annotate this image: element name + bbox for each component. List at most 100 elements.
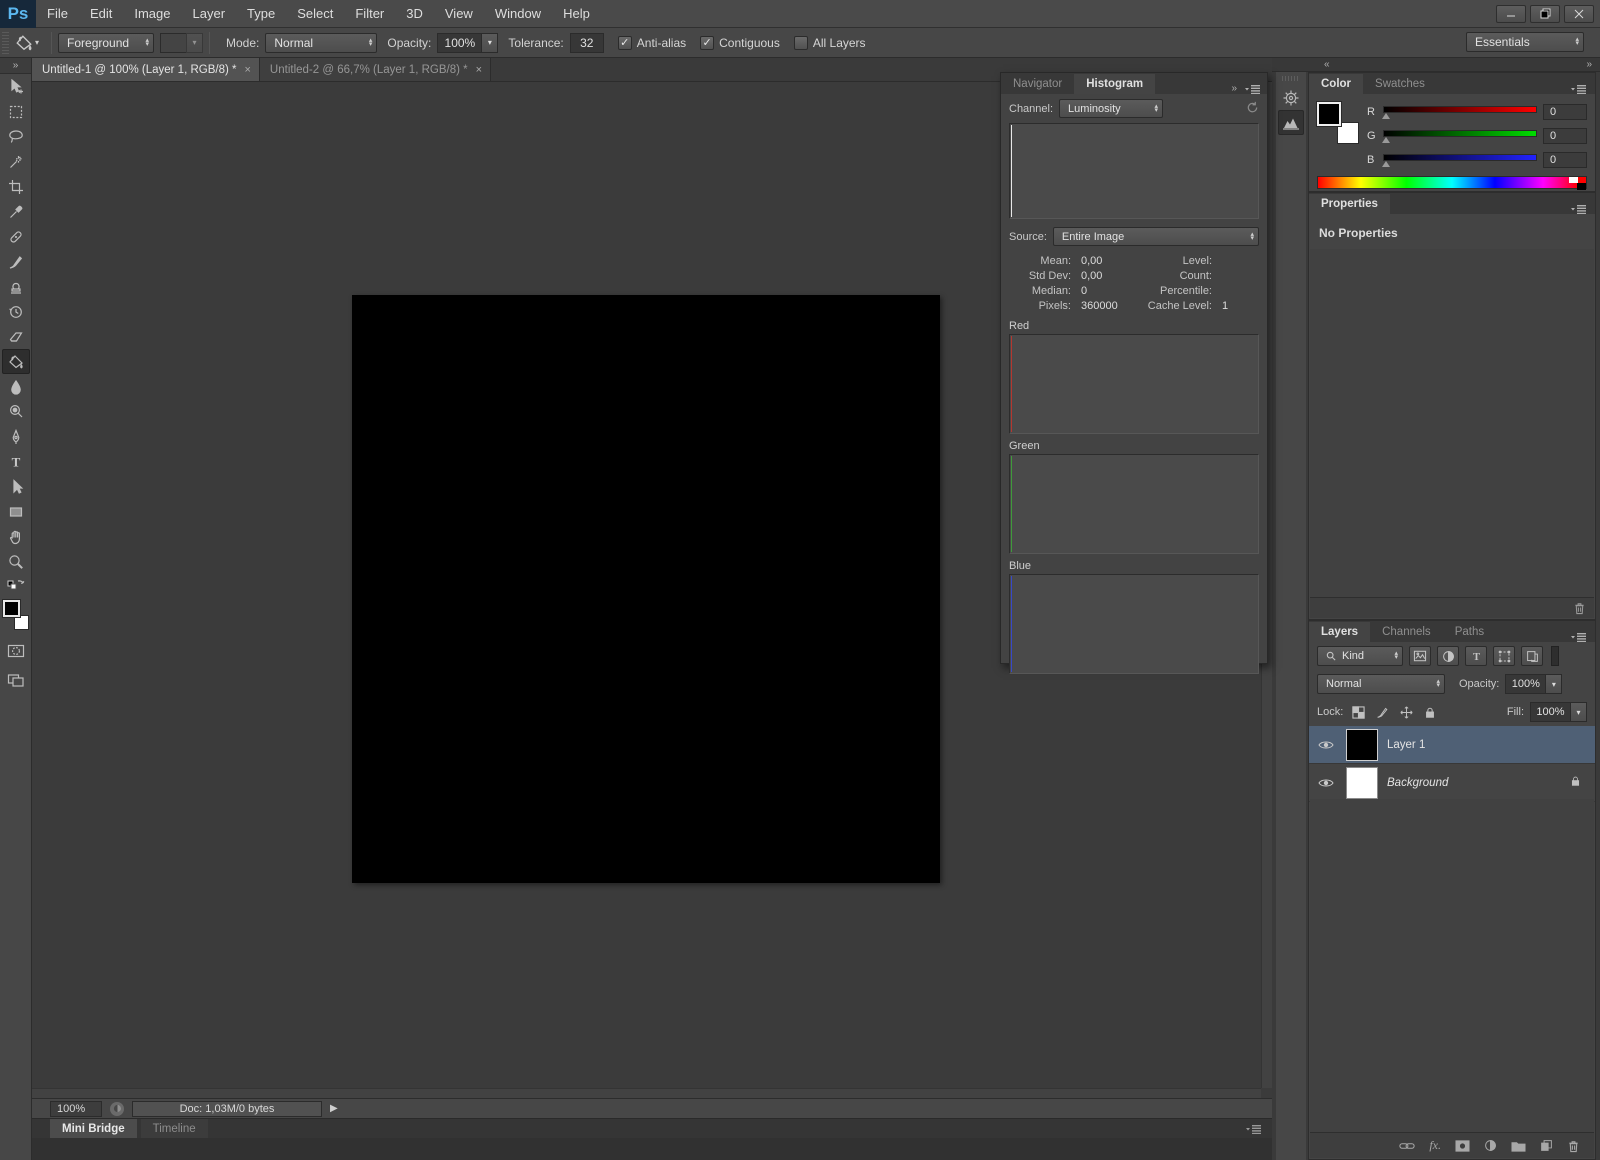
all-layers-checkbox[interactable]	[794, 36, 808, 50]
delete-icon[interactable]	[1573, 601, 1586, 615]
tab-navigator[interactable]: Navigator	[1001, 74, 1074, 94]
pen-tool[interactable]	[2, 424, 30, 449]
collapse-icon-strip-button[interactable]: «	[1324, 59, 1330, 70]
tab-properties[interactable]: Properties	[1309, 194, 1390, 214]
panel-menu-button[interactable]	[1571, 204, 1587, 214]
type-tool[interactable]: T	[2, 449, 30, 474]
delete-layer-button[interactable]	[1567, 1139, 1580, 1153]
contiguous-option[interactable]: ✓ Contiguous	[700, 36, 780, 50]
menu-3d[interactable]: 3D	[395, 0, 434, 28]
menu-select[interactable]: Select	[286, 0, 344, 28]
add-layer-mask-button[interactable]	[1455, 1140, 1470, 1152]
layer-filtering-toggle[interactable]	[1551, 646, 1559, 666]
default-swap-colors[interactable]	[2, 574, 30, 594]
fill-combo[interactable]: 100% ▾	[1530, 702, 1587, 722]
lock-position-button[interactable]	[1397, 704, 1415, 720]
screen-mode-button[interactable]	[2, 667, 30, 692]
layer-thumbnail[interactable]	[1346, 729, 1378, 761]
strip-grip[interactable]	[1282, 76, 1300, 81]
histogram-panel-button[interactable]	[1278, 110, 1304, 135]
tab-close-icon[interactable]: ×	[476, 64, 482, 76]
tab-timeline[interactable]: Timeline	[141, 1119, 208, 1138]
rectangle-shape-tool[interactable]	[2, 499, 30, 524]
panel-menu-button[interactable]	[1571, 84, 1587, 94]
refresh-histogram-icon[interactable]	[1246, 101, 1259, 117]
red-slider-track[interactable]	[1383, 106, 1537, 113]
tools-collapse-button[interactable]: »	[0, 58, 31, 74]
spectrum-black-swatch[interactable]	[1577, 183, 1586, 190]
rectangular-marquee-tool[interactable]	[2, 99, 30, 124]
menu-view[interactable]: View	[434, 0, 484, 28]
filter-type-layers-button[interactable]: T	[1465, 646, 1487, 666]
all-layers-option[interactable]: All Layers	[794, 36, 866, 50]
navigator-panel-button[interactable]	[1278, 85, 1304, 110]
lock-transparency-button[interactable]	[1349, 704, 1367, 720]
menu-image[interactable]: Image	[123, 0, 181, 28]
color-spectrum-ramp[interactable]	[1317, 176, 1587, 189]
anti-alias-option[interactable]: ✓ Anti-alias	[618, 36, 686, 50]
layer-row-layer-1[interactable]: Layer 1	[1309, 726, 1595, 764]
spot-healing-brush-tool[interactable]	[2, 224, 30, 249]
layer-row-background[interactable]: Background	[1309, 764, 1595, 802]
anti-alias-checkbox[interactable]: ✓	[618, 36, 632, 50]
layer-name[interactable]: Background	[1387, 777, 1448, 789]
menu-filter[interactable]: Filter	[344, 0, 395, 28]
new-group-button[interactable]	[1511, 1140, 1526, 1152]
channel-select[interactable]: Luminosity ▴▾	[1059, 99, 1163, 118]
green-slider-thumb[interactable]	[1382, 137, 1390, 143]
tool-preset-picker[interactable]: ▾	[13, 34, 45, 52]
tab-paths[interactable]: Paths	[1443, 622, 1496, 642]
dodge-tool[interactable]	[2, 399, 30, 424]
minimize-button[interactable]	[1496, 5, 1526, 23]
brush-tool[interactable]	[2, 249, 30, 274]
layer-style-button[interactable]: fx.	[1429, 1138, 1441, 1153]
filter-shape-layers-button[interactable]	[1493, 646, 1515, 666]
document-tab-untitled-2[interactable]: Untitled-2 @ 66,7% (Layer 1, RGB/8) * ×	[260, 58, 491, 81]
layers-opacity-combo[interactable]: 100% ▾	[1505, 674, 1562, 694]
lock-pixels-button[interactable]	[1373, 704, 1391, 720]
tab-channels[interactable]: Channels	[1370, 622, 1443, 642]
crop-tool[interactable]	[2, 174, 30, 199]
canvas[interactable]	[352, 295, 940, 883]
blur-tool[interactable]	[2, 374, 30, 399]
layer-name[interactable]: Layer 1	[1387, 739, 1425, 751]
layer-filter-type-select[interactable]: Kind ▴▾	[1317, 646, 1403, 666]
move-tool[interactable]	[2, 74, 30, 99]
source-select[interactable]: Entire Image ▴▾	[1053, 227, 1259, 246]
filter-pixel-layers-button[interactable]	[1409, 646, 1431, 666]
menu-edit[interactable]: Edit	[79, 0, 123, 28]
tab-close-icon[interactable]: ×	[244, 64, 250, 76]
clone-stamp-tool[interactable]	[2, 274, 30, 299]
contiguous-checkbox[interactable]: ✓	[700, 36, 714, 50]
tab-layers[interactable]: Layers	[1309, 622, 1370, 642]
tab-swatches[interactable]: Swatches	[1363, 74, 1437, 94]
zoom-tool[interactable]	[2, 549, 30, 574]
eyedropper-tool[interactable]	[2, 199, 30, 224]
foreground-color-swatch[interactable]	[3, 600, 20, 617]
workspace-select[interactable]: Essentials ▴▾	[1466, 32, 1584, 52]
magic-wand-tool[interactable]	[2, 149, 30, 174]
options-bar-grip[interactable]	[2, 32, 9, 54]
foreground-background-swatches[interactable]	[3, 600, 29, 630]
tolerance-input[interactable]: 32	[570, 33, 604, 53]
document-size-readout[interactable]: Doc: 1,03M/0 bytes	[132, 1101, 322, 1117]
document-tab-untitled-1[interactable]: Untitled-1 @ 100% (Layer 1, RGB/8) * ×	[32, 58, 260, 81]
green-slider-track[interactable]	[1383, 130, 1537, 137]
menu-layer[interactable]: Layer	[182, 0, 237, 28]
visibility-toggle[interactable]	[1315, 740, 1337, 750]
restore-button[interactable]	[1530, 5, 1560, 23]
new-adjustment-layer-button[interactable]	[1484, 1139, 1497, 1152]
quick-mask-button[interactable]	[2, 638, 30, 663]
green-value-input[interactable]: 0	[1543, 128, 1587, 144]
blue-slider-thumb[interactable]	[1382, 161, 1390, 167]
filter-smart-objects-button[interactable]	[1521, 646, 1543, 666]
menu-help[interactable]: Help	[552, 0, 601, 28]
panel-collapse-button[interactable]: »	[1231, 83, 1237, 94]
menu-type[interactable]: Type	[236, 0, 286, 28]
lasso-tool[interactable]	[2, 124, 30, 149]
collapse-dock-button[interactable]: »	[1586, 59, 1592, 70]
close-button[interactable]	[1564, 5, 1594, 23]
menu-window[interactable]: Window	[484, 0, 552, 28]
fill-source-select[interactable]: Foreground ▴▾	[58, 33, 154, 53]
visibility-toggle[interactable]	[1315, 778, 1337, 788]
